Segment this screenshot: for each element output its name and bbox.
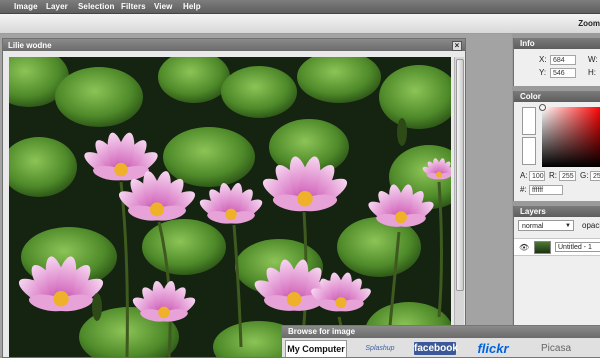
- green-field[interactable]: 255: [590, 171, 600, 181]
- menu-layer[interactable]: Layer: [46, 1, 68, 12]
- layer-row[interactable]: 👁 Untitled - 1: [514, 238, 600, 256]
- y-label: Y:: [539, 68, 547, 77]
- y-field: 546: [550, 68, 576, 78]
- water-lily-photo: [9, 57, 451, 357]
- info-panel: Info X: 684 W: Y: 546 H:: [513, 38, 600, 86]
- blend-mode-value: normal: [522, 223, 544, 230]
- zoom-label[interactable]: Zoom: [578, 19, 600, 28]
- hex-label: #:: [520, 185, 527, 194]
- foreground-swatch[interactable]: [522, 107, 536, 135]
- eye-icon[interactable]: 👁: [519, 243, 529, 252]
- alpha-field[interactable]: 100: [529, 171, 545, 181]
- browse-dialog: Browse for image My Computer Splashup fa…: [281, 325, 600, 358]
- image-window: Lilie wodne ×: [2, 38, 466, 358]
- layer-thumbnail: [534, 241, 551, 254]
- hex-field[interactable]: ffffff: [529, 185, 563, 195]
- menu-view[interactable]: View: [154, 1, 173, 12]
- tab-facebook[interactable]: facebook: [414, 342, 458, 355]
- opacity-label: opaci: [582, 221, 600, 230]
- color-panel-title[interactable]: Color: [514, 91, 600, 102]
- menu-selection[interactable]: Selection: [78, 1, 114, 12]
- info-panel-title[interactable]: Info: [514, 38, 600, 49]
- browse-dialog-title[interactable]: Browse for image: [282, 326, 600, 338]
- h-label: H:: [588, 68, 596, 77]
- tab-flickr[interactable]: flickr: [472, 340, 514, 357]
- w-label: W:: [588, 55, 598, 64]
- chevron-down-icon: ▼: [565, 223, 571, 229]
- menu-help[interactable]: Help: [183, 1, 201, 12]
- tab-splashup[interactable]: Splashup: [350, 340, 410, 357]
- layers-panel-title[interactable]: Layers: [514, 206, 600, 217]
- tab-picasa[interactable]: Picasa: [530, 340, 582, 357]
- menu-filters[interactable]: Filters: [121, 1, 146, 12]
- green-label: G:: [580, 171, 589, 180]
- x-field: 684: [550, 55, 576, 65]
- close-icon[interactable]: ×: [452, 41, 462, 51]
- menu-image[interactable]: Image: [14, 1, 38, 12]
- picker-cursor[interactable]: [539, 104, 546, 111]
- toolbar: Zoom: [0, 14, 600, 34]
- image-window-titlebar[interactable]: Lilie wodne ×: [3, 39, 465, 51]
- color-picker-field[interactable]: [542, 107, 600, 167]
- image-canvas[interactable]: [9, 57, 451, 357]
- color-panel: Color A: 100 R: 255 G: 255 #: ffffff: [513, 91, 600, 201]
- red-field[interactable]: 255: [559, 171, 576, 181]
- alpha-label: A:: [520, 171, 528, 180]
- menu-bar: Image Layer Selection Filters View Help: [0, 0, 600, 14]
- image-window-title: Lilie wodne: [8, 41, 52, 50]
- red-label: R:: [549, 171, 557, 180]
- background-swatch[interactable]: [522, 137, 536, 165]
- x-label: X:: [539, 55, 547, 64]
- scrollbar-thumb[interactable]: [456, 59, 464, 291]
- image-vertical-scrollbar[interactable]: [454, 57, 464, 357]
- blend-mode-select[interactable]: normal ▼: [518, 220, 574, 231]
- layer-name-field[interactable]: Untitled - 1: [555, 242, 600, 252]
- tab-my-computer[interactable]: My Computer: [285, 340, 347, 357]
